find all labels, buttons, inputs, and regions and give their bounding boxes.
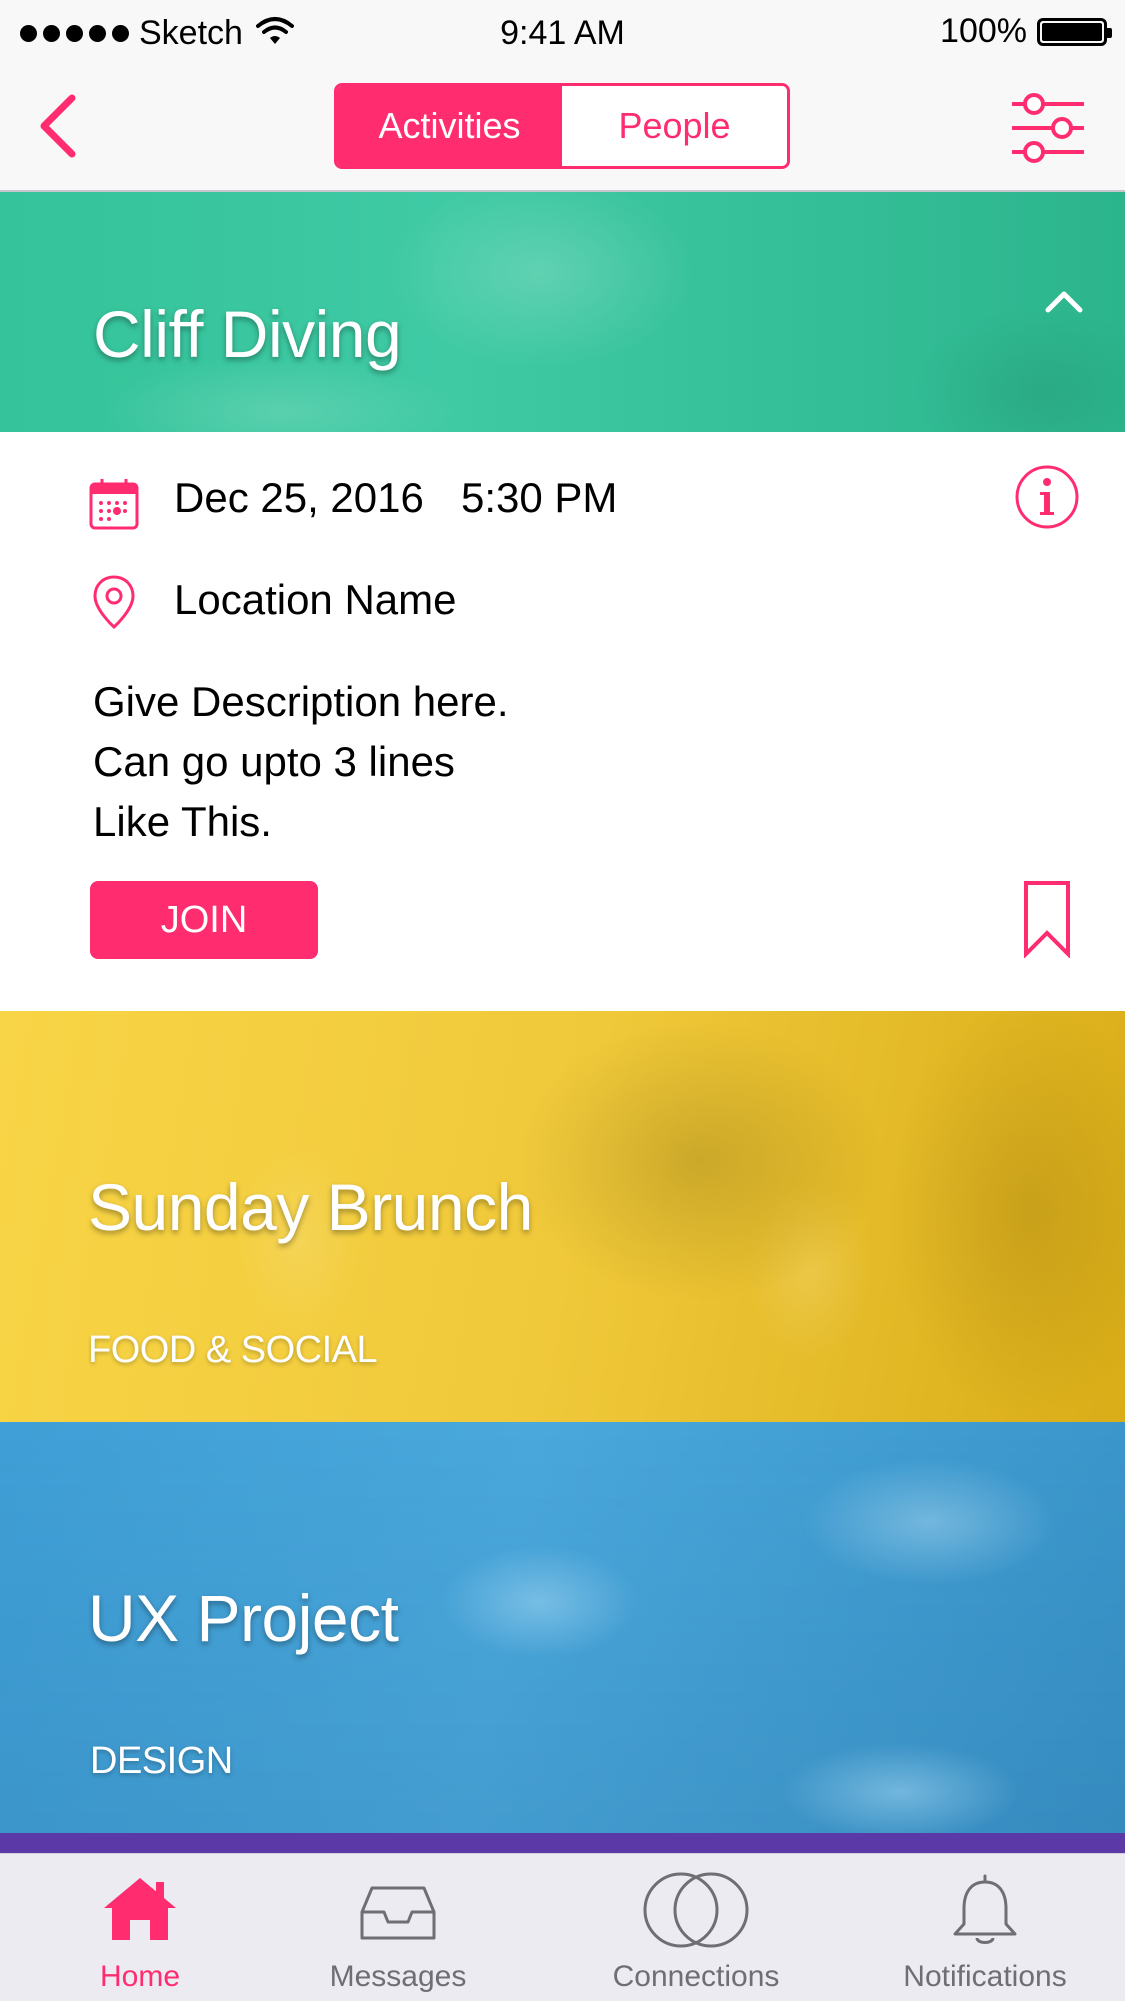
- filter-button[interactable]: [1010, 88, 1086, 168]
- segment-activities[interactable]: Activities: [337, 86, 562, 166]
- tab-connections[interactable]: Connections: [596, 1854, 796, 2002]
- description-line: Give Description here.: [93, 678, 509, 725]
- battery-percent: 100%: [940, 12, 1027, 50]
- tab-notifications[interactable]: Notifications: [885, 1854, 1085, 2002]
- location-pin-icon: [93, 575, 135, 630]
- description-line: Can go upto 3 lines: [93, 738, 455, 785]
- status-right: 100%: [940, 12, 1112, 51]
- tab-label: Home: [99, 1960, 181, 1993]
- battery-icon: [1037, 17, 1112, 46]
- tab-bar: Home Messages Connections Notifications: [0, 1853, 1125, 2001]
- status-bar: Sketch 9:41 AM 100%: [0, 0, 1125, 66]
- sliders-icon: [1012, 93, 1084, 163]
- chevron-left-icon: [40, 94, 76, 158]
- tab-messages[interactable]: Messages: [298, 1854, 498, 2002]
- connections-icon: [643, 1872, 749, 1948]
- calendar-icon: [89, 479, 139, 530]
- activity-card-sunday-brunch[interactable]: Sunday Brunch FOOD & SOCIAL: [0, 1011, 1125, 1422]
- activity-location: Location Name: [174, 576, 457, 623]
- tab-label: Notifications: [903, 1960, 1067, 1993]
- activity-category: DESIGN: [90, 1740, 233, 1782]
- back-button[interactable]: [30, 86, 100, 166]
- segment-people[interactable]: People: [562, 86, 787, 166]
- bell-icon: [953, 1874, 1017, 1944]
- activity-title: Cliff Diving: [93, 297, 402, 371]
- activity-time: 5:30 PM: [461, 474, 618, 521]
- description-line: Like This.: [93, 798, 272, 845]
- home-icon: [104, 1878, 176, 1940]
- activity-card-cliff-diving[interactable]: Cliff Diving: [0, 192, 1125, 432]
- tab-label: Connections: [612, 1960, 780, 1993]
- tab-label: Messages: [329, 1960, 467, 1993]
- inbox-icon: [360, 1886, 436, 1940]
- activity-category: FOOD & SOCIAL: [88, 1329, 378, 1371]
- activity-title: UX Project: [88, 1581, 399, 1655]
- nav-bar: Activities People: [0, 66, 1125, 192]
- activity-details: Dec 25, 2016 5:30 PM Location Name Give …: [0, 432, 1125, 1011]
- collapse-icon[interactable]: [1044, 286, 1084, 314]
- activity-title: Sunday Brunch: [88, 1170, 533, 1244]
- next-card-peek: [0, 1833, 1125, 1853]
- tab-home[interactable]: Home: [40, 1854, 240, 2002]
- bookmark-icon[interactable]: [1022, 880, 1072, 958]
- activity-card-ux-project[interactable]: UX Project DESIGN: [0, 1422, 1125, 1833]
- segmented-control: Activities People: [334, 83, 790, 169]
- activity-date: Dec 25, 2016: [174, 474, 424, 521]
- join-button[interactable]: JOIN: [90, 881, 318, 959]
- info-icon[interactable]: [1014, 464, 1080, 530]
